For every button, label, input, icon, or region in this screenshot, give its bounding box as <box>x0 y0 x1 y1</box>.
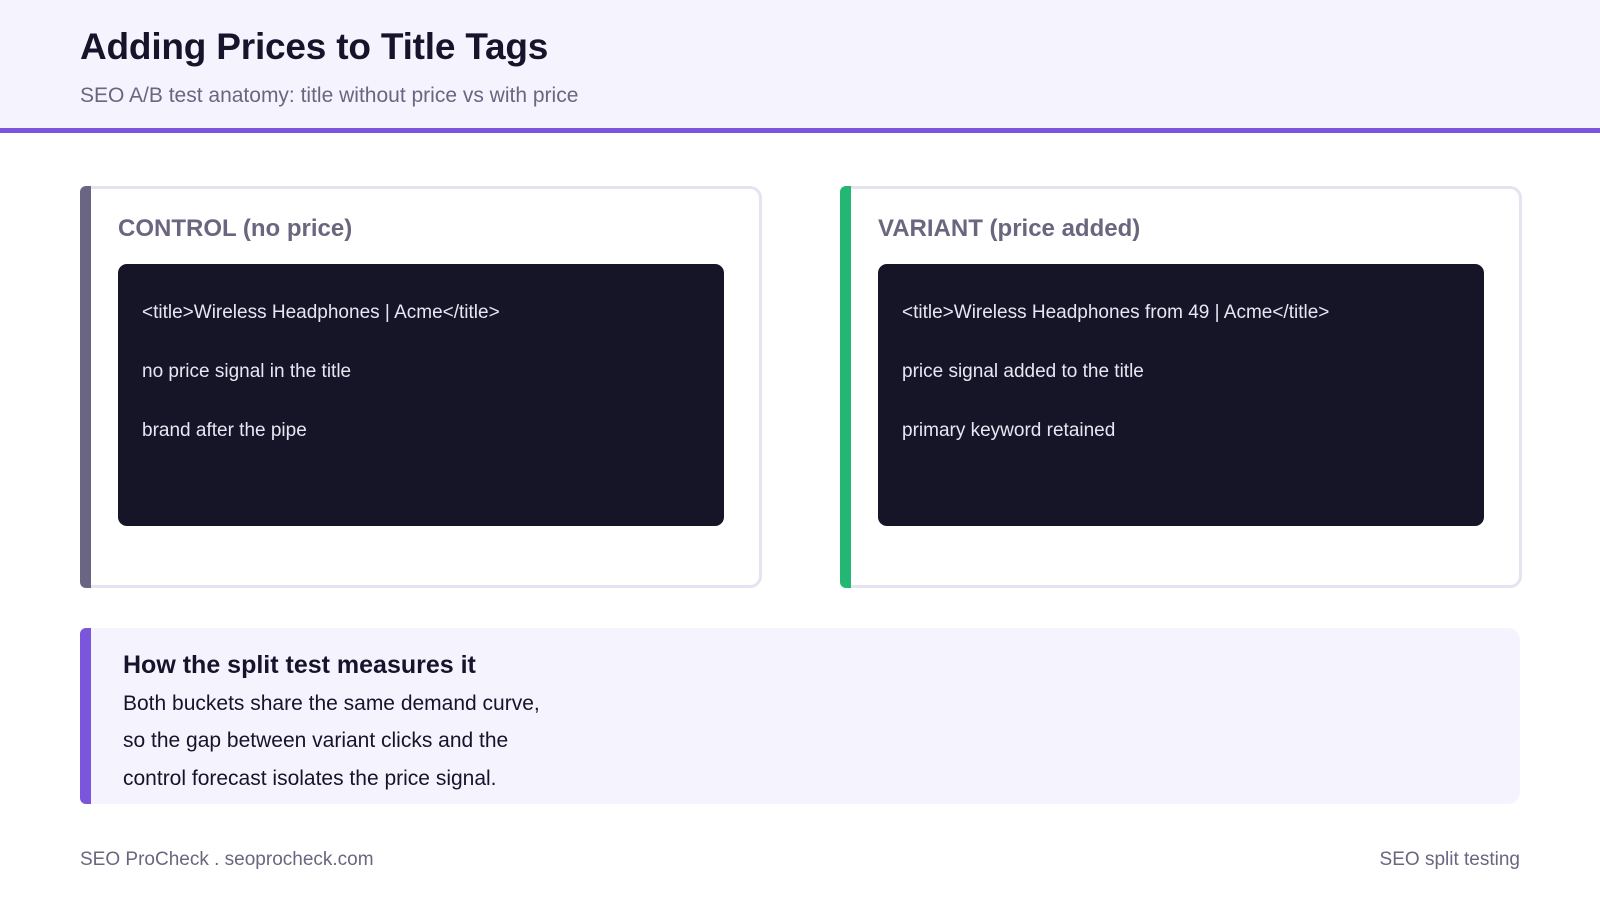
note-accent-bar <box>80 628 91 804</box>
variant-code-block: <title>Wireless Headphones from 49 | Acm… <box>878 264 1484 526</box>
note-line: control forecast isolates the price sign… <box>123 767 497 790</box>
page-header: Adding Prices to Title Tags SEO A/B test… <box>0 0 1600 133</box>
control-heading: CONTROL (no price) <box>118 215 353 242</box>
variant-heading: VARIANT (price added) <box>878 215 1141 242</box>
control-note-line: brand after the pipe <box>142 420 307 441</box>
variant-note-line: price signal added to the title <box>902 361 1144 382</box>
page-title: Adding Prices to Title Tags <box>80 26 549 67</box>
control-accent-bar <box>80 186 91 588</box>
variant-accent-bar <box>840 186 851 588</box>
note-title: How the split test measures it <box>123 651 476 679</box>
variant-note-line: primary keyword retained <box>902 420 1116 441</box>
control-panel: CONTROL (no price) <title>Wireless Headp… <box>80 186 762 588</box>
control-note-line: no price signal in the title <box>142 361 352 382</box>
variant-title-tag: <title>Wireless Headphones from 49 | Acm… <box>902 302 1330 323</box>
measurement-note: How the split test measures it Both buck… <box>80 628 1520 804</box>
note-line: Both buckets share the same demand curve… <box>123 692 540 715</box>
variant-panel: VARIANT (price added) <title>Wireless He… <box>840 186 1522 588</box>
footer-brand: SEO ProCheck . seoprocheck.com <box>80 849 374 870</box>
page-subtitle: SEO A/B test anatomy: title without pric… <box>80 84 579 107</box>
control-title-tag: <title>Wireless Headphones | Acme</title… <box>142 302 500 323</box>
footer-topic: SEO split testing <box>1379 849 1520 870</box>
note-line: so the gap between variant clicks and th… <box>123 729 509 752</box>
control-code-block: <title>Wireless Headphones | Acme</title… <box>118 264 724 526</box>
